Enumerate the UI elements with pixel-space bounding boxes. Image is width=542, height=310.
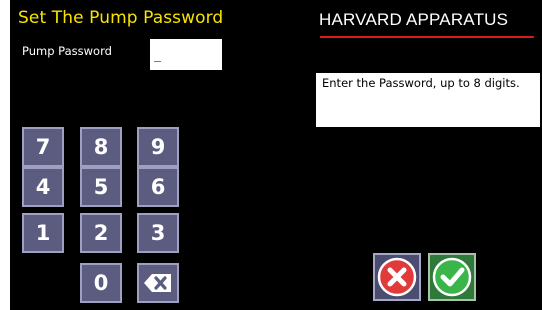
- brand-name: HARVARD APPARATUS: [319, 10, 509, 29]
- brand-underline: [320, 36, 534, 38]
- keypad-key-3[interactable]: 3: [137, 213, 179, 253]
- keypad-key-5[interactable]: 5: [80, 167, 122, 207]
- pump-password-field[interactable]: [150, 39, 222, 70]
- keypad-key-2[interactable]: 2: [80, 213, 122, 253]
- keypad-key-4[interactable]: 4: [22, 167, 64, 207]
- backspace-icon: [144, 274, 171, 292]
- keypad-key-6[interactable]: 6: [137, 167, 179, 207]
- instruction-message: Enter the Password, up to 8 digits.: [316, 73, 540, 127]
- keypad-key-0[interactable]: 0: [80, 263, 122, 303]
- pump-password-screen: Set The Pump Password HARVARD APPARATUS …: [10, 0, 542, 310]
- pump-password-label: Pump Password: [22, 44, 112, 58]
- page-title: Set The Pump Password: [18, 8, 224, 28]
- backspace-button[interactable]: [137, 263, 179, 303]
- cancel-x-icon: [377, 257, 417, 297]
- confirm-button[interactable]: [428, 253, 476, 301]
- keypad-key-1[interactable]: 1: [22, 213, 64, 253]
- keypad-key-9[interactable]: 9: [137, 127, 179, 167]
- check-icon: [432, 257, 472, 297]
- cancel-button[interactable]: [373, 253, 421, 301]
- keypad-key-8[interactable]: 8: [80, 127, 122, 167]
- keypad-key-7[interactable]: 7: [22, 127, 64, 167]
- text-cursor: [154, 61, 161, 62]
